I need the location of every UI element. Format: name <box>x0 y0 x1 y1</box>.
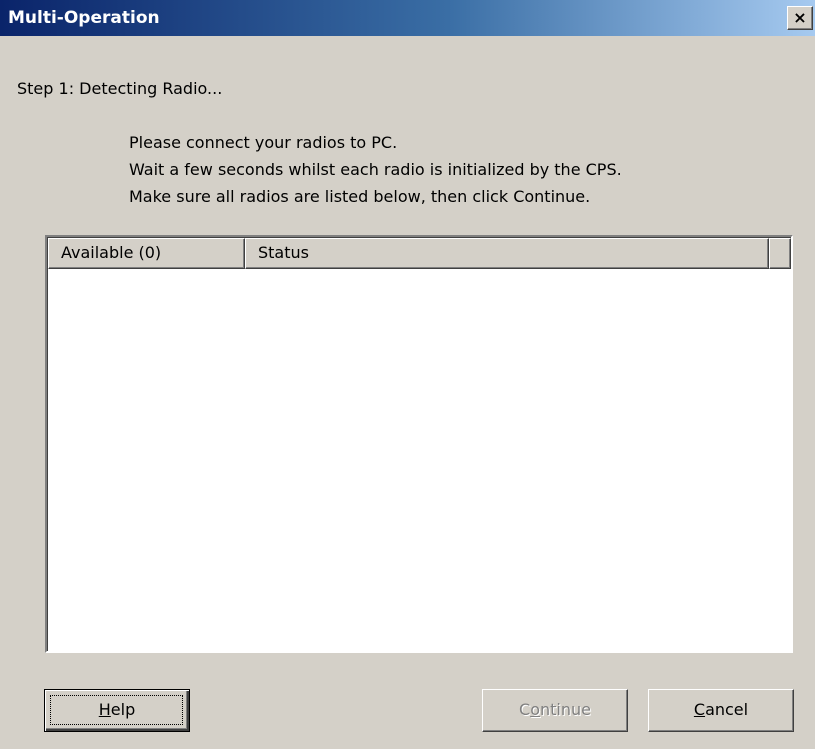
continue-button[interactable]: Continue <box>482 689 628 732</box>
instruction-line-3: Make sure all radios are listed below, t… <box>129 187 591 206</box>
instruction-line-2: Wait a few seconds whilst each radio is … <box>129 160 622 179</box>
step-label: Step 1: Detecting Radio... <box>17 79 223 98</box>
column-header-available[interactable]: Available (0) <box>48 238 245 269</box>
close-icon: × <box>793 8 807 27</box>
instruction-line-1: Please connect your radios to PC. <box>129 133 398 152</box>
radio-list-view[interactable]: Available (0) Status <box>45 235 793 653</box>
window-title: Multi-Operation <box>8 8 160 28</box>
help-button[interactable]: Help <box>44 689 190 732</box>
cancel-button[interactable]: Cancel <box>648 689 794 732</box>
title-bar[interactable]: Multi-Operation × <box>0 0 815 36</box>
multi-operation-dialog: Multi-Operation × Step 1: Detecting Radi… <box>0 0 815 749</box>
help-button-label: Help <box>98 700 136 719</box>
list-header: Available (0) Status <box>48 238 791 269</box>
cancel-button-label: Cancel <box>693 700 749 719</box>
column-header-status[interactable]: Status <box>245 238 769 269</box>
column-header-filler <box>769 238 791 269</box>
close-button[interactable]: × <box>787 6 813 30</box>
continue-button-label: Continue <box>519 700 591 719</box>
